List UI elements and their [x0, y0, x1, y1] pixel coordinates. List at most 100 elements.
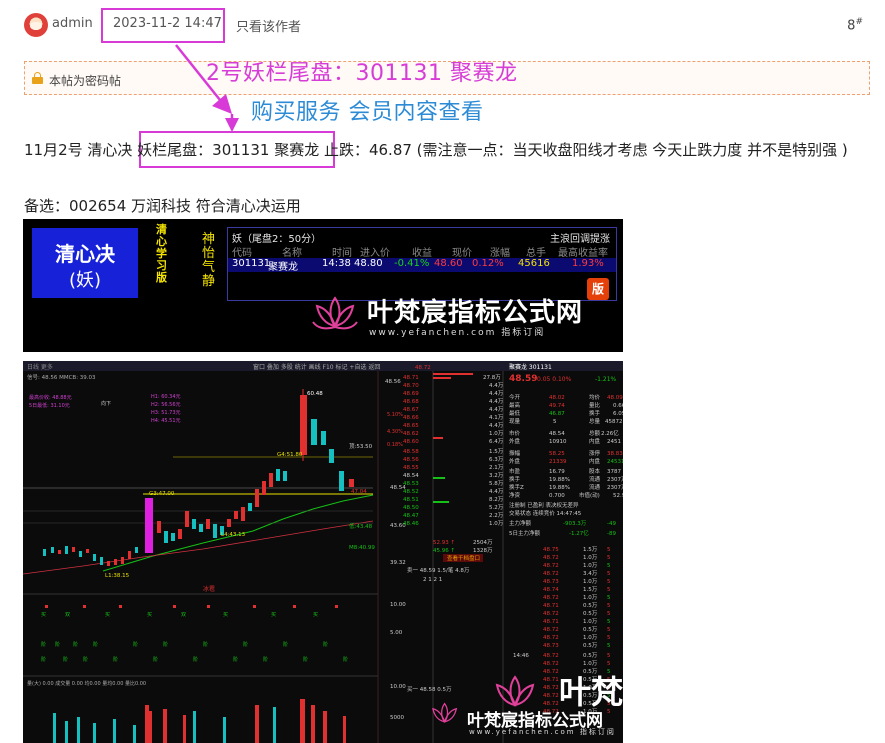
svg-text:均价: 均价: [589, 393, 601, 401]
svg-text:阶: 阶: [153, 656, 158, 663]
svg-text:39.32: 39.32: [390, 560, 406, 566]
svg-text:21339: 21339: [549, 459, 567, 465]
cell: 301131: [232, 258, 271, 269]
svg-text:3.2万: 3.2万: [489, 472, 504, 479]
svg-text:48.62: 48.62: [403, 431, 419, 437]
svg-text:48.56: 48.56: [403, 457, 419, 463]
svg-text:48.54: 48.54: [403, 473, 419, 479]
cell: 45616: [518, 258, 550, 269]
svg-text:46.87: 46.87: [549, 411, 565, 417]
svg-text:交易状态 连续竞价 14:47:45: 交易状态 连续竞价 14:47:45: [509, 509, 582, 517]
svg-text:48.67: 48.67: [403, 407, 419, 413]
svg-text:H1: 60.34元: H1: 60.34元: [151, 394, 181, 400]
svg-text:0.5万: 0.5万: [583, 610, 598, 617]
panel-title: 妖（尾盘2：50分）: [232, 234, 322, 245]
content-line-2: 备选：002654 万润科技 符合清心决运用: [24, 197, 301, 215]
indicator-banner-image: 清心决 (妖) 清心学习版 神怡气静 妖（尾盘2：50分） 主浪回调提涨 代码 …: [23, 219, 623, 352]
svg-text:-49: -49: [607, 521, 616, 527]
svg-text:买一 48.58 0.5万: 买一 48.58 0.5万: [407, 685, 452, 693]
svg-text:5: 5: [607, 611, 611, 617]
svg-text:5: 5: [607, 653, 611, 659]
svg-text:49.74: 49.74: [549, 403, 565, 409]
svg-text:48.50: 48.50: [403, 505, 419, 511]
trading-chart-graphic: 日线 更多 窗口 叠加 多股 统计 画线 F10 标记 +自选 返回 信号: 4…: [23, 361, 623, 743]
svg-text:2.2万: 2.2万: [489, 512, 504, 519]
svg-text:0.18%: 0.18%: [387, 442, 403, 448]
col-header: 收益: [412, 248, 432, 259]
svg-text:48.72: 48.72: [543, 611, 559, 617]
svg-text:双: 双: [181, 612, 186, 618]
svg-text:今开: 今开: [509, 393, 521, 401]
svg-text:14:46: 14:46: [513, 653, 529, 659]
cell: 0.12%: [472, 258, 504, 269]
svg-text:买: 买: [41, 611, 46, 618]
svg-text:-1.27亿: -1.27亿: [569, 529, 589, 537]
svg-text:4.4万: 4.4万: [489, 406, 504, 413]
col-header: 涨幅: [490, 248, 510, 259]
vertical-label: 清心学习版: [156, 223, 167, 284]
svg-text:-1.21%: -1.21%: [595, 376, 617, 383]
logo-url: www.yefanchen.com 指标订阅: [369, 328, 546, 338]
author-name[interactable]: admin: [52, 16, 93, 31]
svg-text:24531: 24531: [607, 459, 623, 465]
floor-number[interactable]: 8#: [847, 17, 863, 33]
svg-text:5.2万: 5.2万: [489, 504, 504, 511]
edition-badge: 版: [587, 278, 609, 300]
svg-text:5: 5: [607, 571, 611, 577]
svg-text:4.1万: 4.1万: [489, 414, 504, 421]
svg-text:48.66: 48.66: [403, 415, 419, 421]
svg-text:买: 买: [147, 611, 152, 618]
svg-text:振幅: 振幅: [509, 449, 521, 457]
svg-text:1.0万: 1.0万: [583, 634, 598, 641]
floor-mark: #: [855, 17, 863, 27]
site-logo: 叶梵宸指标公式网 www.yefanchen.com 指标订阅: [311, 292, 611, 344]
svg-text:0.05 0.10%: 0.05 0.10%: [537, 376, 572, 383]
svg-text:冰雹: 冰雹: [203, 585, 215, 593]
svg-text:0.66: 0.66: [613, 403, 623, 409]
svg-text:量比: 量比: [589, 401, 601, 409]
svg-text:48.71: 48.71: [403, 375, 419, 381]
svg-text:阶: 阶: [73, 641, 78, 648]
svg-text:48.72: 48.72: [543, 653, 559, 659]
col-header: 进入价: [360, 248, 390, 259]
svg-text:5日主力净额: 5日主力净额: [509, 529, 540, 537]
svg-text:M8:40.99: M8:40.99: [349, 545, 375, 551]
svg-text:窗口 叠加 多股 统计 画线 F10 标记 +自选 返回: 窗口 叠加 多股 统计 画线 F10 标记 +自选 返回: [253, 363, 380, 371]
svg-text:27.8万: 27.8万: [483, 374, 501, 381]
annotation-title: 2号妖栏尾盘：301131 聚赛龙: [206, 61, 518, 86]
svg-text:5: 5: [607, 587, 611, 593]
content-line-1-prefix: 11月2号 清心决: [24, 141, 138, 159]
svg-text:阶: 阶: [55, 641, 60, 648]
cell: -0.41%: [394, 258, 430, 269]
svg-text:48.55: 48.55: [403, 465, 419, 471]
svg-text:H2: 56.56元: H2: 56.56元: [151, 402, 181, 408]
svg-text:3787: 3787: [607, 469, 621, 475]
password-notice-text: 本帖为密码帖: [49, 74, 122, 88]
svg-text:卖一 48.59 1.5/笔 4.8万: 卖一 48.59 1.5/笔 4.8万: [407, 566, 470, 574]
svg-text:0.5万: 0.5万: [583, 602, 598, 609]
panel-data-row[interactable]: 301131 聚赛龙 14:38 48.80 -0.41% 48.60 0.12…: [228, 258, 616, 273]
svg-text:10.00: 10.00: [390, 684, 406, 690]
svg-text:48.72: 48.72: [543, 595, 559, 601]
svg-text:1.0万: 1.0万: [489, 520, 504, 527]
svg-text:阶: 阶: [83, 656, 88, 663]
avatar[interactable]: [24, 13, 48, 37]
svg-text:5: 5: [607, 555, 611, 561]
svg-text:阶: 阶: [343, 656, 348, 663]
brand-sub: (妖): [68, 270, 102, 291]
svg-text:5: 5: [607, 563, 611, 569]
panel-right-label: 主浪回调提涨: [550, 234, 610, 245]
only-author-link[interactable]: 只看该作者: [236, 16, 301, 35]
svg-text:1.0万: 1.0万: [583, 578, 598, 585]
svg-text:2504万: 2504万: [473, 539, 493, 546]
svg-text:涨停: 涨停: [589, 449, 601, 457]
svg-text:5000: 5000: [390, 715, 404, 721]
svg-text:5: 5: [607, 547, 611, 553]
trading-chart-image: 日线 更多 窗口 叠加 多股 统计 画线 F10 标记 +自选 返回 信号: 4…: [23, 361, 623, 743]
svg-text:信号: 48.56 MMCB: 39.03: 信号: 48.56 MMCB: 39.03: [27, 373, 96, 381]
content-line-1-suffix: 止跌：46.87 (需注意一点：当天收盘阳线才考虑 今天止跌力度 并不是特别强 …: [319, 141, 848, 159]
svg-text:5日最低: 31.10元: 5日最低: 31.10元: [29, 402, 70, 409]
svg-text:阶: 阶: [203, 641, 208, 648]
svg-text:G4:51.80: G4:51.80: [277, 452, 303, 458]
cell: 48.80: [354, 258, 383, 269]
